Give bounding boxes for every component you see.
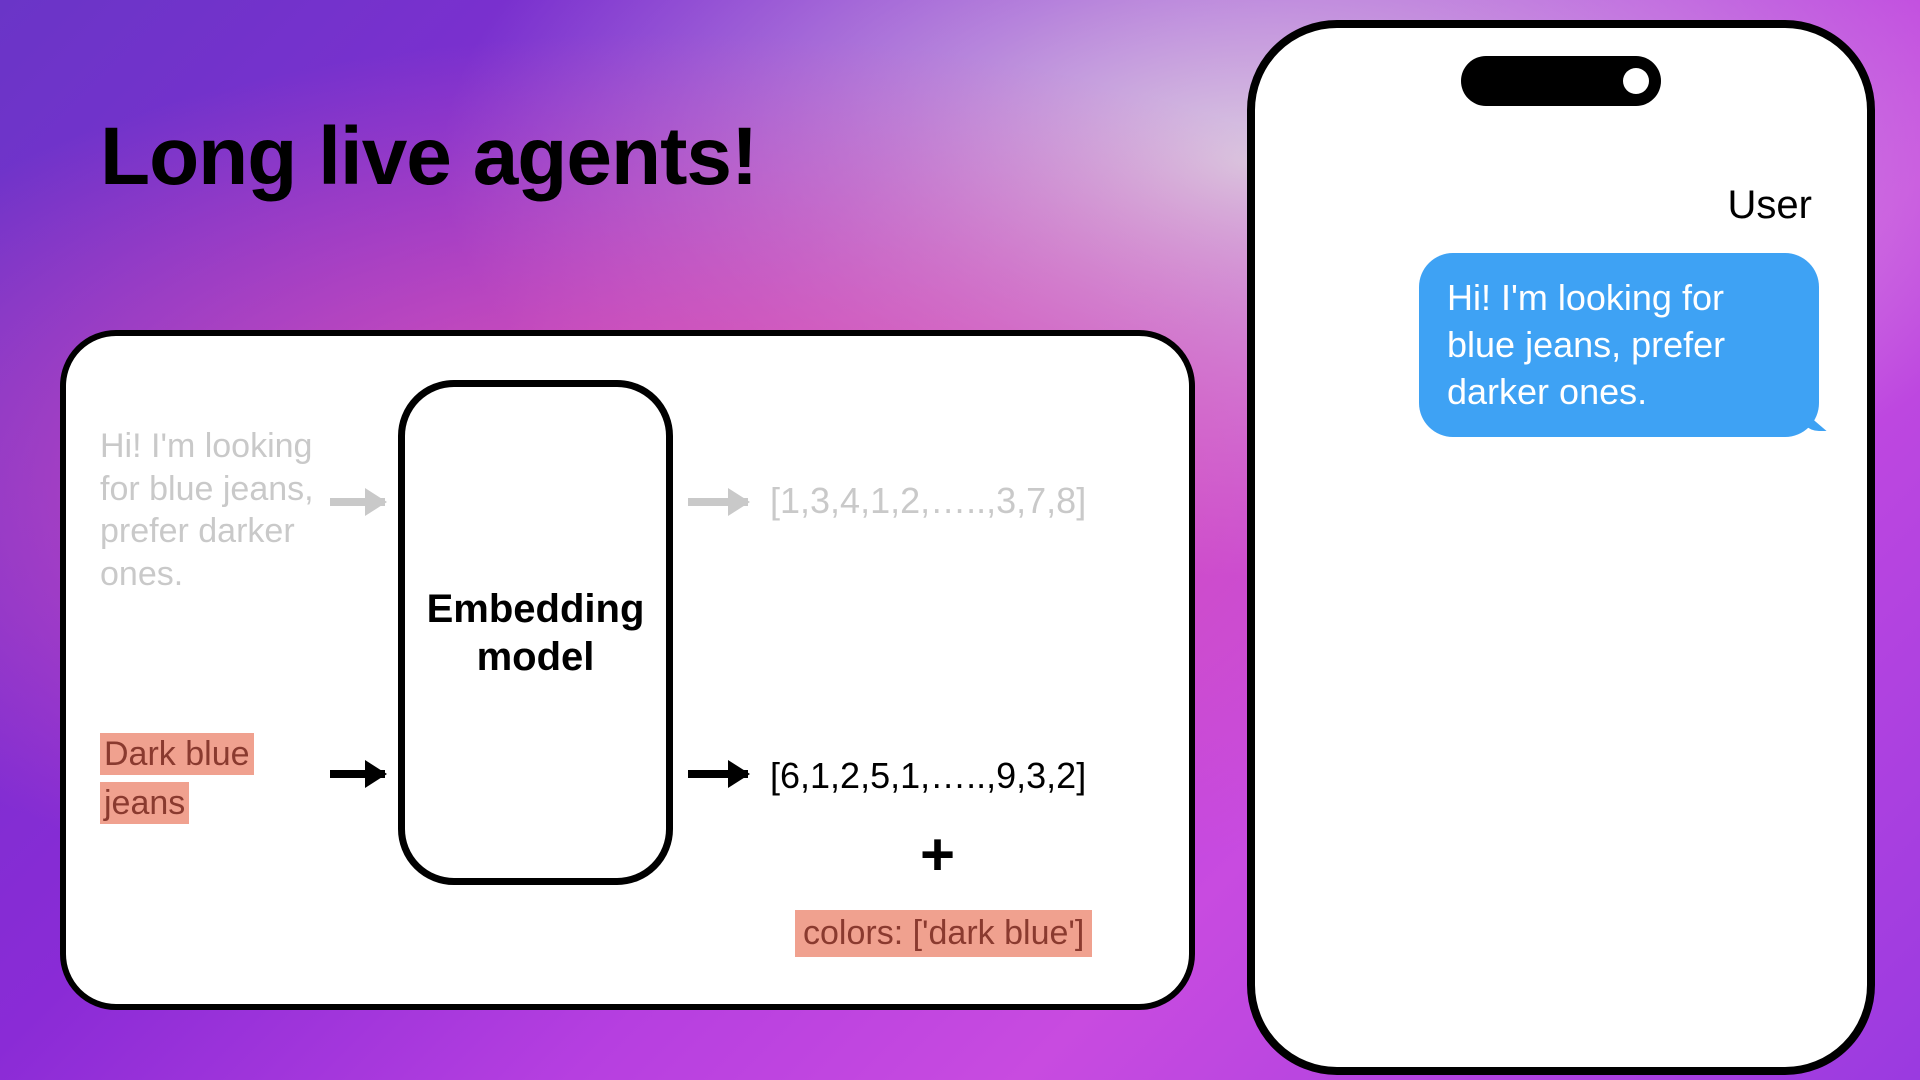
input-text-highlighted: Dark blue jeans — [100, 730, 320, 829]
arrow-right-icon — [688, 770, 748, 778]
arrow-right-icon — [330, 770, 385, 778]
output-vector-faded: [1,3,4,1,2,…..,3,7,8] — [770, 480, 1086, 522]
page-title: Long live agents! — [100, 110, 757, 204]
phone-notch — [1461, 56, 1661, 106]
input-highlight-line2: jeans — [100, 782, 189, 824]
input-text-faded: Hi! I'm looking for blue jeans, prefer d… — [100, 425, 355, 595]
chat-bubble-user: Hi! I'm looking for blue jeans, prefer d… — [1419, 253, 1819, 437]
arrow-right-icon — [330, 498, 385, 506]
output-vector-dark: [6,1,2,5,1,…..,9,3,2] — [770, 755, 1086, 797]
embedding-model-label: Embedding model — [405, 585, 666, 681]
embedding-model-box: Embedding model — [398, 380, 673, 885]
arrow-right-icon — [688, 498, 748, 506]
plus-icon: + — [920, 820, 955, 889]
phone-mockup: User Hi! I'm looking for blue jeans, pre… — [1247, 20, 1875, 1075]
input-highlight-line1: Dark blue — [100, 733, 254, 775]
user-label: User — [1728, 183, 1812, 228]
colors-filter-label: colors: ['dark blue'] — [795, 910, 1092, 957]
